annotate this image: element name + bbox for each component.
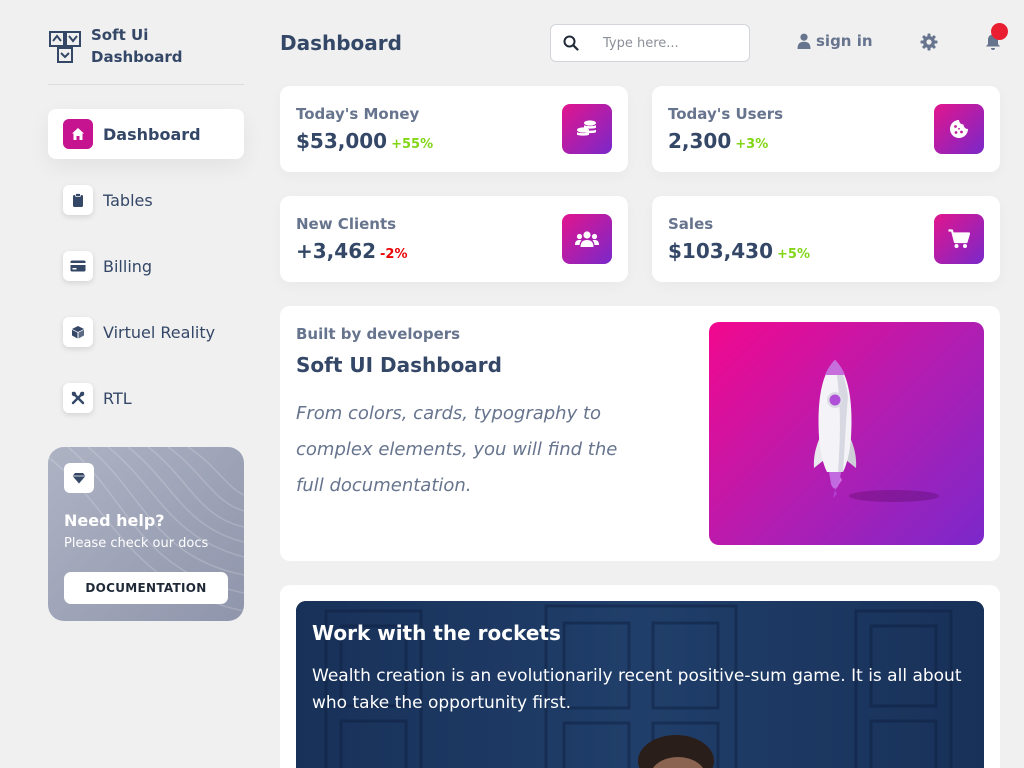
stat-change: +5% [777, 247, 810, 262]
stat-value-row: 2,300 +3% [668, 129, 768, 153]
stat-change: +55% [391, 137, 434, 152]
stat-value: 2,300 [668, 129, 732, 153]
stat-label: Today's Users [668, 105, 784, 123]
sidebar-item-label: RTL [103, 388, 132, 408]
cube-icon [63, 317, 93, 347]
stat-value: +3,462 [296, 239, 377, 263]
sidebar-item-billing[interactable]: Billing [48, 241, 244, 291]
sidebar-item-label: Billing [103, 256, 153, 276]
rockets-title: Work with the rockets [312, 621, 561, 645]
help-subtitle: Please check our docs [64, 536, 209, 551]
search-icon [551, 35, 591, 51]
rocket-illustration [709, 322, 984, 545]
search-box[interactable] [550, 24, 750, 62]
cart-icon [934, 214, 984, 264]
stat-value-row: +3,462 -2% [296, 239, 408, 263]
app-root: Soft Ui Dashboard Dashboard Tables Billi… [0, 0, 1024, 768]
sign-in-link[interactable]: sign in [797, 32, 873, 50]
developers-title: Soft UI Dashboard [296, 353, 502, 377]
sidebar-item-label: Dashboard [103, 124, 201, 144]
brand-name-line1: Soft Ui [91, 26, 149, 44]
help-card: Need help? Please check our docs DOCUMEN… [48, 447, 244, 621]
help-title: Need help? [64, 511, 165, 530]
rockets-banner: Work with the rockets Wealth creation is… [296, 601, 984, 768]
rockets-text: Wealth creation is an evolutionarily rec… [312, 666, 962, 713]
brand[interactable]: Soft Ui Dashboard [48, 24, 244, 68]
rocket-icon [813, 360, 939, 502]
credit-card-icon [63, 251, 93, 281]
stat-label: New Clients [296, 215, 397, 233]
sign-in-label: sign in [816, 32, 873, 50]
clipboard-icon [63, 185, 93, 215]
stat-value: $103,430 [668, 239, 774, 263]
stat-label: Sales [668, 215, 714, 233]
stat-value-row: $53,000 +55% [296, 129, 433, 153]
stat-change: +3% [735, 137, 769, 152]
brand-logo-icon [49, 31, 81, 63]
developers-eyebrow: Built by developers [296, 325, 461, 343]
stat-card-todays-users: Today's Users 2,300 +3% [652, 86, 1000, 172]
brand-name: Soft Ui Dashboard [91, 24, 182, 68]
sidebar-item-label: Virtuel Reality [103, 322, 216, 342]
brand-divider [48, 84, 244, 85]
developers-description: From colors, cards, typography to comple… [296, 403, 618, 496]
search-input[interactable] [591, 35, 741, 51]
tools-icon [63, 383, 93, 413]
cookie-icon [934, 104, 984, 154]
stat-change: -2% [380, 247, 408, 262]
stat-label: Today's Money [296, 105, 420, 123]
stat-card-new-clients: New Clients +3,462 -2% [280, 196, 628, 282]
coins-icon [562, 104, 612, 154]
stat-value-row: $103,430 +5% [668, 239, 810, 263]
developers-card: Built by developers Soft UI Dashboard Fr… [280, 306, 1000, 561]
stat-value: $53,000 [296, 129, 388, 153]
stat-card-todays-money: Today's Money $53,000 +55% [280, 86, 628, 172]
users-icon [562, 214, 612, 264]
sidebar-item-virtual-reality[interactable]: Virtuel Reality [48, 307, 244, 357]
sidebar-item-rtl[interactable]: RTL [48, 373, 244, 423]
brand-name-line2: Dashboard [91, 48, 183, 66]
sidebar-item-dashboard[interactable]: Dashboard [48, 109, 244, 159]
sidebar-item-tables[interactable]: Tables [48, 175, 244, 225]
notification-badge [991, 23, 1008, 40]
user-icon [797, 33, 811, 49]
diamond-icon [64, 463, 94, 493]
home-icon [63, 119, 93, 149]
sidebar: Soft Ui Dashboard Dashboard Tables Billi… [0, 0, 262, 768]
gear-icon[interactable] [920, 33, 938, 51]
rockets-card: Work with the rockets Wealth creation is… [280, 585, 1000, 768]
sidebar-item-label: Tables [103, 190, 153, 210]
page-title: Dashboard [280, 31, 402, 55]
stat-card-sales: Sales $103,430 +5% [652, 196, 1000, 282]
documentation-button[interactable]: DOCUMENTATION [64, 572, 228, 604]
